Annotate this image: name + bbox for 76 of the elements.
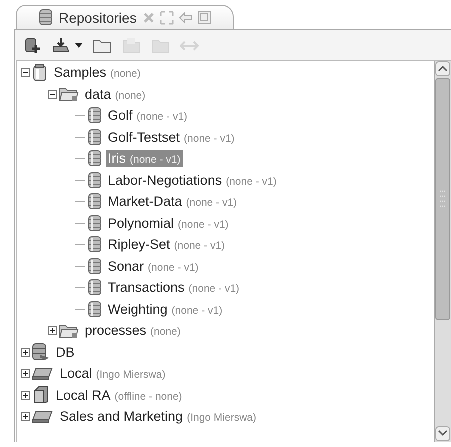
item-detail: (Ingo Mierswa)	[187, 412, 257, 424]
item-name: Samples	[54, 65, 107, 80]
import-icon[interactable]	[52, 36, 71, 54]
expand-toggle[interactable]	[21, 412, 30, 422]
item-name: Local	[60, 366, 92, 382]
item-detail: (none - v1)	[188, 283, 240, 296]
server-icon	[32, 386, 50, 404]
item-detail: (none - v1)	[130, 154, 181, 166]
item-name: Sales and Marketing	[60, 409, 184, 424]
item-detail: (none)	[115, 90, 146, 102]
item-name: Iris	[108, 151, 126, 166]
tree-item[interactable]: Weighting (none - v1)	[106, 300, 225, 318]
item-name: Market-Data	[108, 194, 182, 210]
item-detail: (none)	[150, 326, 181, 338]
database-icon	[88, 193, 102, 210]
database-icon	[88, 128, 102, 146]
expand-toggle[interactable]	[21, 348, 30, 357]
database-icon	[88, 214, 102, 232]
database-stack-icon	[32, 343, 50, 362]
item-detail: (none - v1)	[186, 197, 238, 210]
item-detail: (offline - none)	[114, 390, 182, 403]
item-name: data	[85, 86, 112, 102]
tree-item[interactable]: Transactions (none - v1)	[106, 279, 242, 296]
item-detail: (none - v1)	[136, 111, 188, 124]
item-detail: (none)	[110, 68, 141, 80]
folder-icon	[59, 86, 79, 102]
tree-item[interactable]: Market-Data (none - v1)	[106, 193, 240, 210]
tree-item[interactable]: Sales and Marketing (Ingo Mierswa)	[58, 408, 259, 426]
jar-icon	[32, 64, 48, 82]
expand-toggle[interactable]	[21, 390, 30, 400]
tree-item[interactable]: Sonar (none - v1)	[106, 258, 201, 275]
expand-toggle[interactable]	[48, 326, 57, 336]
tree-item[interactable]: Polynomial (none - v1)	[106, 214, 231, 232]
caret-icon[interactable]	[75, 42, 83, 48]
tree-item[interactable]: Local RA (offline - none)	[54, 386, 184, 404]
item-name: Local RA	[56, 388, 111, 403]
item-name: Labor-Negotiations	[108, 172, 222, 188]
item-name: Golf-Testset	[108, 130, 180, 145]
tree-item[interactable]: Golf-Testset (none - v1)	[106, 128, 237, 146]
item-name: Golf	[108, 108, 133, 124]
item-name: Polynomial	[108, 216, 174, 231]
drive-icon	[32, 410, 54, 424]
folder-icon	[59, 322, 79, 339]
database-icon	[88, 236, 102, 254]
tree-item[interactable]: Golf (none - v1)	[106, 107, 190, 124]
item-detail: (Ingo Mierswa)	[96, 369, 166, 382]
item-name: Ripley-Set	[108, 237, 170, 252]
scrollbar[interactable]	[434, 61, 451, 442]
item-detail: (none - v1)	[172, 304, 223, 317]
item-name: Sonar	[108, 258, 144, 274]
item-name: Weighting	[108, 302, 168, 317]
item-name: processes	[85, 323, 147, 338]
add-repository-icon[interactable]	[23, 36, 42, 54]
database-icon	[88, 258, 102, 275]
drive-icon	[32, 366, 54, 381]
tree-item[interactable]: processes (none)	[83, 322, 183, 340]
database-icon	[88, 172, 102, 189]
database-icon	[88, 150, 102, 168]
expand-toggle[interactable]	[21, 369, 30, 378]
database-icon	[88, 300, 102, 318]
item-detail: (none - v1)	[184, 132, 235, 145]
database-icon	[88, 107, 102, 124]
database-icon	[39, 9, 53, 26]
database-icon	[88, 279, 102, 296]
tree-item[interactable]: Samples (none)	[52, 64, 143, 82]
item-detail: (none - v1)	[174, 240, 226, 252]
collapse-toggle[interactable]	[48, 90, 57, 99]
tree-item[interactable]: Local (Ingo Mierswa)	[58, 365, 168, 382]
tree-item[interactable]: Ripley-Set (none - v1)	[106, 236, 228, 254]
collapse-toggle[interactable]	[21, 68, 30, 78]
item-name: Transactions	[108, 280, 185, 296]
tree-item[interactable]: Labor-Negotiations (none - v1)	[106, 172, 279, 189]
item-detail: (none - v1)	[226, 176, 277, 188]
tree-item[interactable]: data (none)	[83, 86, 148, 103]
item-detail: (none - v1)	[178, 218, 229, 231]
item-detail: (none - v1)	[148, 262, 199, 274]
